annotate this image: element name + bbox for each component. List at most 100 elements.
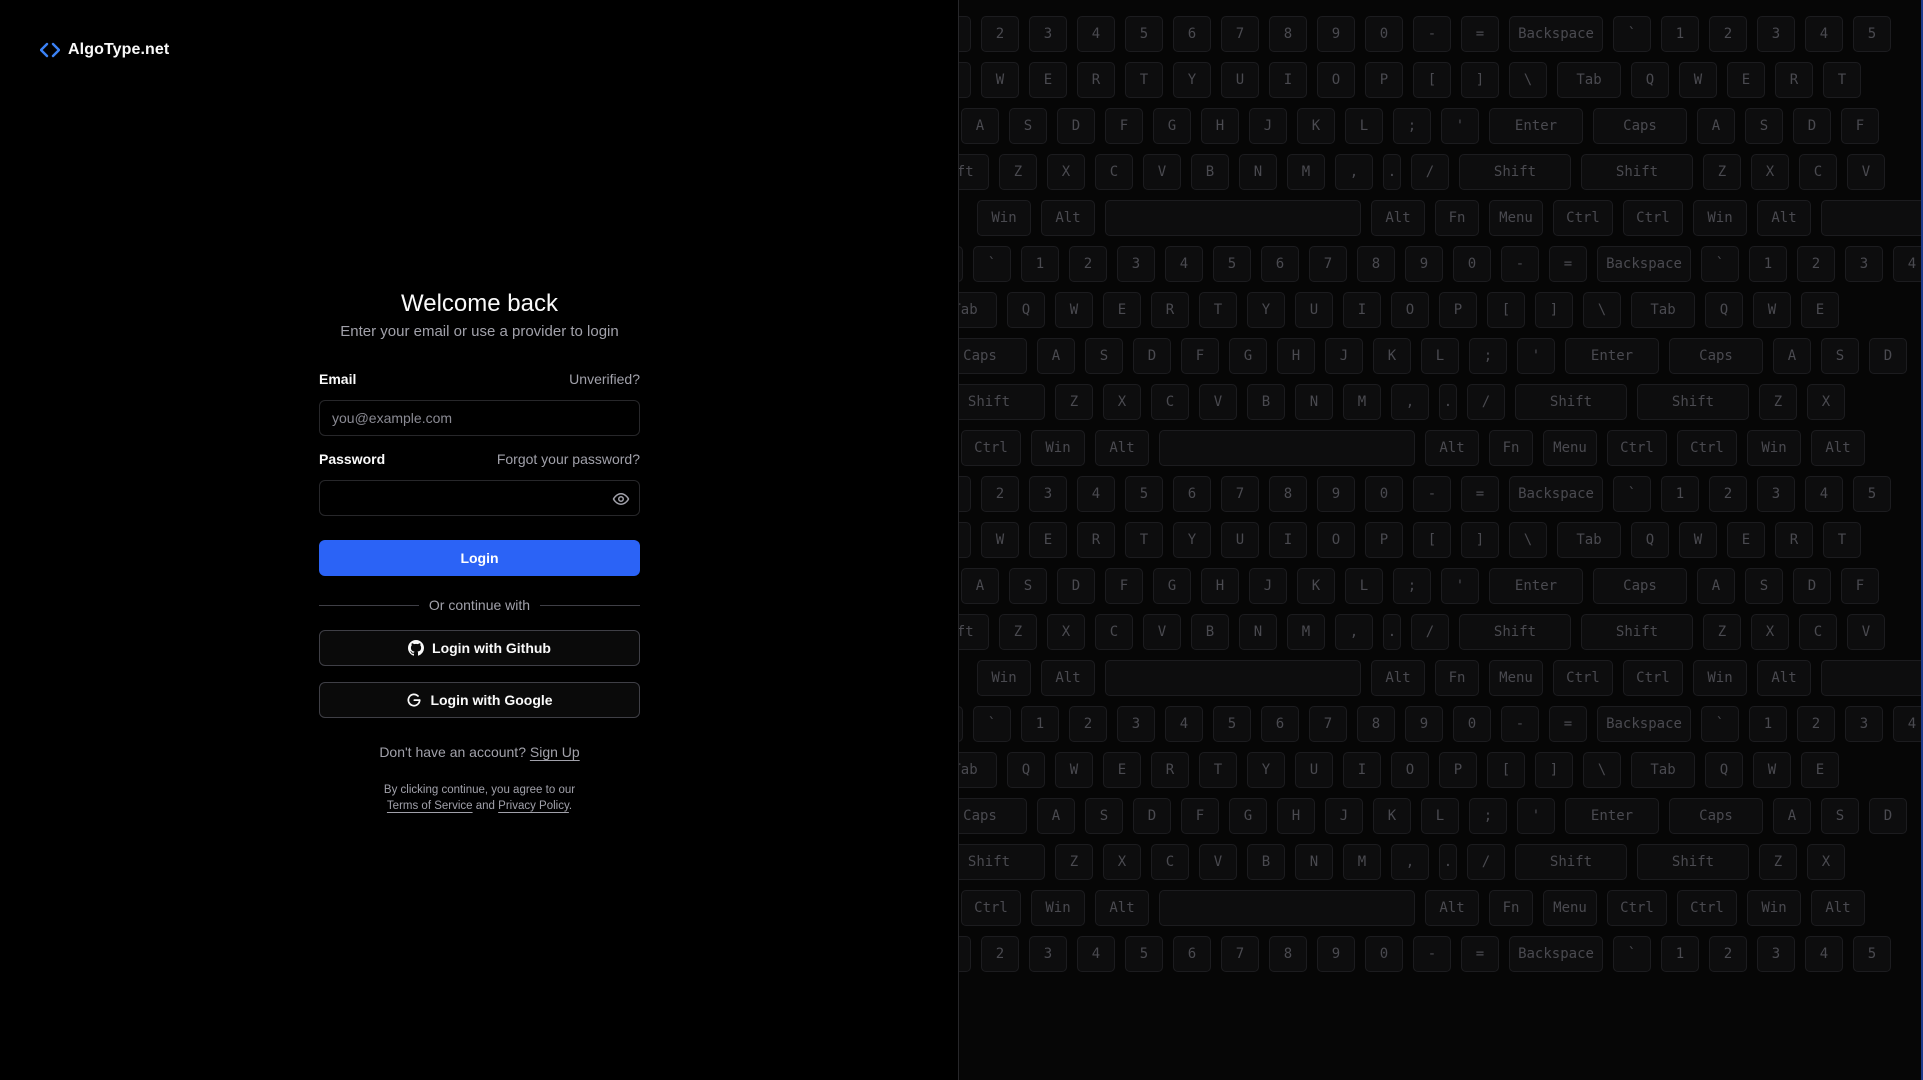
keyboard-key: 0 <box>1453 246 1491 282</box>
keyboard-key: 4 <box>1077 936 1115 972</box>
keyboard-key: C <box>1095 614 1133 650</box>
keyboard-key: F <box>1105 568 1143 604</box>
keyboard-key: Alt <box>1757 660 1811 696</box>
keyboard-key: 4 <box>1805 476 1843 512</box>
page-subtitle: Enter your email or use a provider to lo… <box>340 323 619 340</box>
keyboard-key: S <box>1821 338 1859 374</box>
github-login-button[interactable]: Login with Github <box>319 630 640 666</box>
keyboard-key: Fn <box>1489 430 1533 466</box>
keyboard-key: = <box>1549 706 1587 742</box>
keyboard-key: 8 <box>1357 706 1395 742</box>
keyboard-key: Ctrl <box>1553 200 1613 236</box>
brand-logo[interactable]: AlgoType.net <box>40 40 169 60</box>
keyboard-key: Backspace <box>1509 476 1603 512</box>
terms-suffix: . <box>568 800 573 812</box>
keyboard-key: 4 <box>1893 246 1923 282</box>
keyboard-key: U <box>1295 292 1333 328</box>
keyboard-key: U <box>1295 752 1333 788</box>
keyboard-key: X <box>1807 384 1845 420</box>
keyboard-key: Z <box>999 614 1037 650</box>
keyboard-key: Win <box>1693 200 1747 236</box>
keyboard-key: 8 <box>1357 246 1395 282</box>
github-icon <box>408 640 425 656</box>
keyboard-key: 0 <box>1365 16 1403 52</box>
keyboard-key: Shift <box>1581 154 1693 190</box>
keyboard-key: R <box>1151 292 1189 328</box>
keyboard-key: Alt <box>1811 890 1865 926</box>
password-field[interactable] <box>320 481 639 515</box>
keyboard-key: Q <box>959 62 971 98</box>
keyboard-key: 1 <box>1661 16 1699 52</box>
keyboard-key: - <box>1413 476 1451 512</box>
keyboard-key: Enter <box>1565 798 1659 834</box>
keyboard-key <box>1105 660 1361 696</box>
keyboard-key: . <box>1439 384 1457 420</box>
keyboard-key: 7 <box>1221 936 1259 972</box>
signup-link[interactable]: Sign Up <box>530 744 580 760</box>
keyboard-key: Shift <box>1459 614 1571 650</box>
keyboard-key: K <box>1373 338 1411 374</box>
keyboard-key: Shift <box>959 844 1045 880</box>
keyboard-key: ` <box>1613 476 1651 512</box>
keyboard-key: Tab <box>959 292 997 328</box>
keyboard-key: 9 <box>1317 16 1355 52</box>
google-icon <box>406 692 422 708</box>
eye-icon[interactable] <box>612 490 630 508</box>
keyboard-key: 7 <box>1221 476 1259 512</box>
keyboard-key: 1 <box>959 936 971 972</box>
keyboard-key: = <box>1461 476 1499 512</box>
keyboard-key: Shift <box>1515 384 1627 420</box>
keyboard-key: - <box>1501 706 1539 742</box>
keyboard-key: Z <box>1759 384 1797 420</box>
keyboard-key: ' <box>1441 108 1479 144</box>
keyboard-key: A <box>1773 338 1811 374</box>
forgot-password-link[interactable]: Forgot your password? <box>497 451 640 467</box>
keyboard-key: M <box>1287 614 1325 650</box>
keyboard-key: 5 <box>1125 16 1163 52</box>
keyboard-key: E <box>1029 522 1067 558</box>
keyboard-key: Z <box>1055 844 1093 880</box>
keyboard-key: Win <box>1747 430 1801 466</box>
keyboard-key: X <box>1047 154 1085 190</box>
keyboard-key: B <box>1247 384 1285 420</box>
keyboard-key: Alt <box>1425 890 1479 926</box>
privacy-policy-link[interactable]: Privacy Policy <box>498 800 569 812</box>
keyboard-key: C <box>1095 154 1133 190</box>
keyboard-key: Alt <box>1095 430 1149 466</box>
keyboard-key: Menu <box>1489 200 1543 236</box>
keyboard-key: 3 <box>1757 476 1795 512</box>
keyboard-key: Win <box>977 200 1031 236</box>
terms-of-service-link[interactable]: Terms of Service <box>387 800 473 812</box>
keyboard-key: Y <box>1247 752 1285 788</box>
keyboard-key: Win <box>1031 430 1085 466</box>
google-login-button[interactable]: Login with Google <box>319 682 640 718</box>
keyboard-key: J <box>1249 108 1287 144</box>
keyboard-key: Backspace <box>1509 936 1603 972</box>
keyboard-key: ; <box>1393 108 1431 144</box>
keyboard-key: Shift <box>1581 614 1693 650</box>
keyboard-key: Caps <box>959 338 1027 374</box>
keyboard-key: Y <box>1173 522 1211 558</box>
keyboard-key: 0 <box>1365 936 1403 972</box>
keyboard-key: = <box>1461 16 1499 52</box>
keyboard-key: Tab <box>959 752 997 788</box>
keyboard-key: D <box>1869 798 1907 834</box>
keyboard-key: X <box>1103 844 1141 880</box>
keyboard-key: V <box>1847 154 1885 190</box>
keyboard-key: 4 <box>1165 246 1203 282</box>
keyboard-key: B <box>1247 844 1285 880</box>
unverified-link[interactable]: Unverified? <box>569 371 640 387</box>
google-button-label: Login with Google <box>430 692 553 708</box>
email-field[interactable] <box>320 401 639 435</box>
keyboard-key: 8 <box>1269 476 1307 512</box>
keyboard-key: / <box>1411 154 1449 190</box>
keyboard-key: Shift <box>1515 844 1627 880</box>
keyboard-key: A <box>1773 798 1811 834</box>
keyboard-key: D <box>1057 108 1095 144</box>
keyboard-key: W <box>1055 292 1093 328</box>
keyboard-key: G <box>1153 568 1191 604</box>
divider-line-left <box>319 604 419 606</box>
login-button[interactable]: Login <box>319 540 640 576</box>
keyboard-key: A <box>961 568 999 604</box>
keyboard-key: ` <box>1613 16 1651 52</box>
